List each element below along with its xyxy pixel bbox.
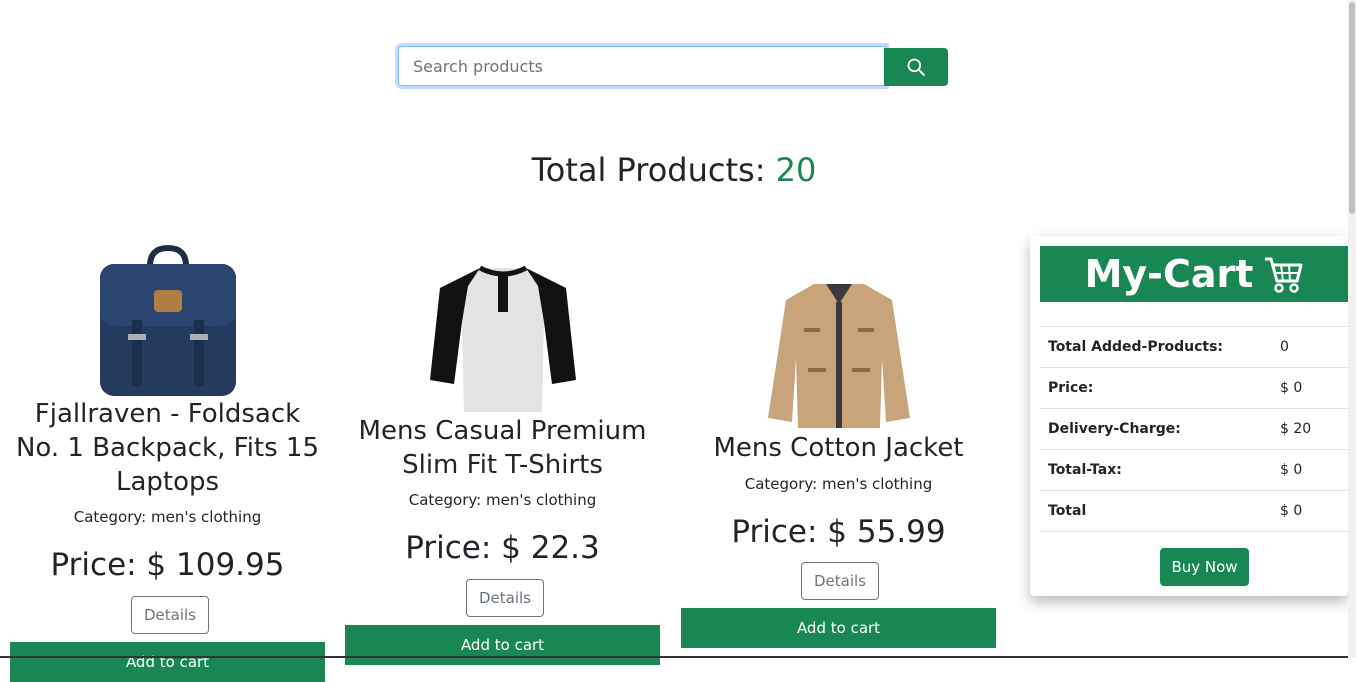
product-category: Category: men's clothing: [73, 508, 262, 526]
product-card: Fjallraven - Foldsack No. 1 Backpack, Fi…: [10, 240, 325, 682]
search-bar: [398, 46, 948, 88]
add-to-cart-button[interactable]: Add to cart: [10, 642, 325, 682]
cart-row-total-tax: Total-Tax: $ 0: [1040, 449, 1348, 490]
cart-row-label: Delivery-Charge:: [1048, 421, 1181, 437]
add-to-cart-button[interactable]: Add to cart: [681, 608, 996, 648]
cart-panel: My-Cart Total Added-Products: 0 Price: $…: [1030, 236, 1348, 596]
cart-row-delivery-charge: Delivery-Charge: $ 20: [1040, 408, 1348, 449]
product-price: Price: $ 109.95: [50, 547, 285, 583]
details-button[interactable]: Details: [131, 596, 210, 634]
cart-row-label: Total Added-Products:: [1048, 339, 1224, 355]
cart-summary-table: Total Added-Products: 0 Price: $ 0 Deliv…: [1040, 326, 1348, 532]
cart-row-label: Total-Tax:: [1048, 462, 1122, 478]
cart-row-total: Total $ 0: [1040, 490, 1348, 532]
search-button[interactable]: [884, 48, 948, 86]
product-image: [681, 278, 996, 430]
product-price: Price: $ 22.3: [405, 530, 600, 566]
page-scrollbar[interactable]: [1348, 0, 1356, 658]
cart-header: My-Cart: [1040, 246, 1348, 302]
product-card: Mens Casual Premium Slim Fit T-Shirts Ca…: [345, 258, 660, 665]
cart-row-label: Total: [1048, 503, 1087, 519]
product-image: [10, 244, 325, 400]
search-input[interactable]: [398, 46, 886, 86]
product-name: Mens Casual Premium Slim Fit T-Shirts: [358, 416, 647, 480]
product-name: Fjallraven - Foldsack No. 1 Backpack, Fi…: [15, 399, 320, 497]
buy-now-button[interactable]: Buy Now: [1160, 548, 1249, 586]
cart-row-value: $ 0: [1280, 462, 1303, 478]
product-name: Mens Cotton Jacket: [713, 433, 964, 463]
cart-row-value: 0: [1280, 339, 1289, 355]
search-icon: [907, 58, 925, 76]
cart-row-label: Price:: [1048, 380, 1094, 396]
cart-row-total-added-products: Total Added-Products: 0: [1040, 326, 1348, 367]
scrollbar-thumb[interactable]: [1349, 2, 1355, 214]
product-price: Price: $ 55.99: [731, 514, 946, 550]
product-card: Mens Cotton Jacket Category: men's cloth…: [681, 276, 996, 658]
details-button[interactable]: Details: [466, 579, 545, 617]
total-products-label: Total Products:: [531, 151, 776, 189]
total-products-heading: Total Products: 20: [0, 150, 1348, 190]
cart-row-price: Price: $ 0: [1040, 367, 1348, 408]
cart-row-value: $ 0: [1280, 380, 1303, 396]
product-image: [345, 262, 660, 414]
product-category: Category: men's clothing: [408, 491, 597, 509]
cart-title: My-Cart: [1084, 252, 1254, 296]
product-category: Category: men's clothing: [744, 475, 933, 493]
details-button[interactable]: Details: [801, 562, 880, 600]
cart-row-value: $ 0: [1280, 503, 1303, 519]
cart-row-value: $ 20: [1280, 421, 1312, 437]
total-products-count: 20: [775, 151, 817, 189]
cart-icon: [1263, 255, 1303, 293]
add-to-cart-button[interactable]: Add to cart: [345, 625, 660, 665]
